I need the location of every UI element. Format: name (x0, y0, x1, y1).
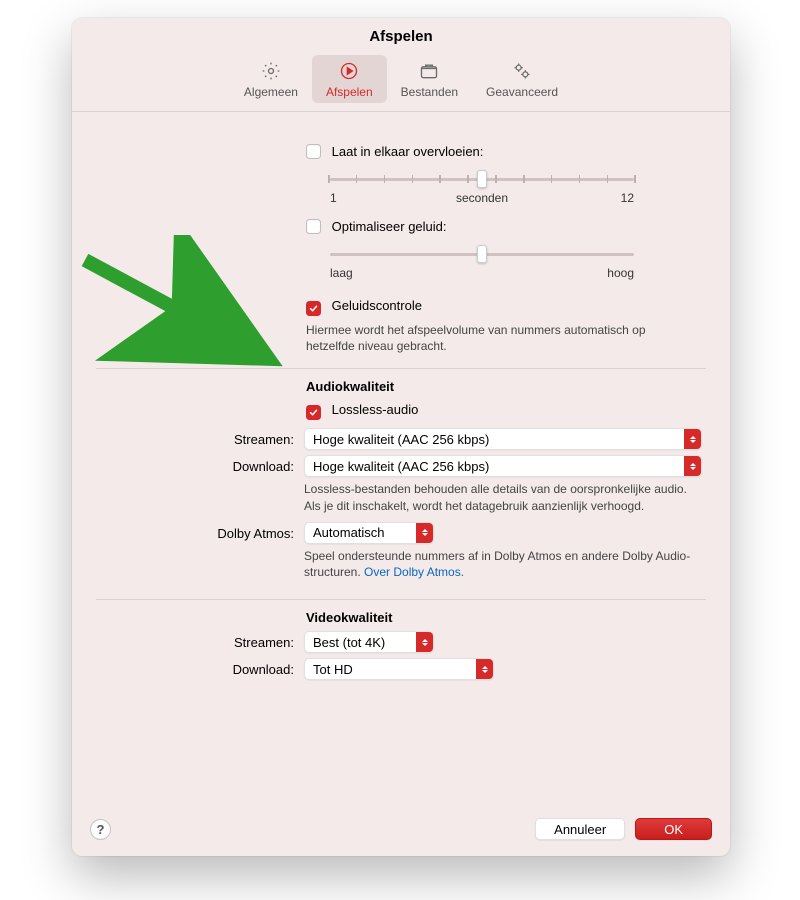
stream-label: Streamen: (96, 428, 304, 447)
window-title: Afspelen (72, 18, 730, 51)
slider-max: 12 (621, 191, 634, 205)
gears-icon (511, 60, 533, 82)
video-heading: Videokwaliteit (306, 610, 706, 625)
slider-high: hoog (607, 266, 634, 280)
select-value: Best (tot 4K) (313, 635, 385, 650)
soundcheck-description: Hiermee wordt het afspeelvolume van numm… (306, 322, 706, 354)
tab-label: Geavanceerd (486, 85, 558, 99)
chevron-updown-icon (476, 659, 493, 679)
video-stream-select[interactable]: Best (tot 4K) (304, 631, 434, 653)
slider-min: 1 (330, 191, 337, 205)
tabbar: Algemeen Afspelen Bestanden Geavanceerd (72, 51, 730, 112)
video-section: Videokwaliteit Streamen: Best (tot 4K) D… (96, 600, 706, 699)
tab-algemeen[interactable]: Algemeen (230, 55, 312, 103)
tab-label: Bestanden (401, 85, 458, 99)
soundcheck-row: Geluidscontrole (306, 296, 706, 318)
cancel-button[interactable]: Annuleer (535, 818, 625, 840)
slider-low: laag (330, 266, 353, 280)
tab-bestanden[interactable]: Bestanden (387, 55, 472, 103)
ok-button[interactable]: OK (635, 818, 712, 840)
video-download-select[interactable]: Tot HD (304, 658, 494, 680)
audio-heading: Audiokwaliteit (306, 379, 706, 394)
dolby-link[interactable]: Over Dolby Atmos. (364, 565, 464, 579)
select-value: Hoge kwaliteit (AAC 256 kbps) (313, 459, 489, 474)
audio-stream-select[interactable]: Hoge kwaliteit (AAC 256 kbps) (304, 428, 702, 450)
crossfade-row: Laat in elkaar overvloeien: (306, 142, 706, 161)
dolby-label: Dolby Atmos: (96, 522, 304, 541)
video-stream-label: Streamen: (96, 631, 304, 650)
slider-thumb[interactable] (477, 245, 487, 263)
chevron-updown-icon (684, 456, 701, 476)
crossfade-checkbox[interactable] (306, 144, 321, 159)
footer: ? Annuleer OK (72, 804, 730, 856)
crossfade-label: Laat in elkaar overvloeien: (332, 144, 484, 159)
chevron-updown-icon (416, 632, 433, 652)
slider-unit: seconden (456, 191, 508, 205)
play-icon (338, 60, 360, 82)
soundcheck-label: Geluidscontrole (332, 298, 422, 313)
video-download-label: Download: (96, 658, 304, 677)
content-area: Laat in elkaar overvloeien: 1 seconden 1… (72, 112, 730, 804)
tab-label: Algemeen (244, 85, 298, 99)
lossless-label: Lossless-audio (332, 402, 419, 417)
tab-afspelen[interactable]: Afspelen (312, 55, 387, 103)
download-label: Download: (96, 455, 304, 474)
chevron-updown-icon (684, 429, 701, 449)
select-value: Automatisch (313, 525, 385, 540)
dolby-select[interactable]: Automatisch (304, 522, 434, 544)
lossless-row: Lossless-audio (306, 400, 706, 422)
dolby-description: Speel ondersteunde nummers af in Dolby A… (304, 548, 706, 580)
tab-label: Afspelen (326, 85, 373, 99)
audio-download-select[interactable]: Hoge kwaliteit (AAC 256 kbps) (304, 455, 702, 477)
chevron-updown-icon (416, 523, 433, 543)
select-value: Hoge kwaliteit (AAC 256 kbps) (313, 432, 489, 447)
crossfade-slider[interactable]: 1 seconden 12 (306, 161, 636, 207)
select-value: Tot HD (313, 662, 353, 677)
lossless-description: Lossless-bestanden behouden alle details… (304, 481, 706, 513)
optimize-slider[interactable]: laag hoog (306, 236, 636, 282)
lossless-checkbox[interactable] (306, 405, 321, 420)
playback-section: Laat in elkaar overvloeien: 1 seconden 1… (96, 132, 706, 369)
audio-section: Audiokwaliteit Lossless-audio Streamen: … (96, 369, 706, 600)
tab-geavanceerd[interactable]: Geavanceerd (472, 55, 572, 103)
soundcheck-checkbox[interactable] (306, 301, 321, 316)
folder-icon (418, 60, 440, 82)
help-button[interactable]: ? (90, 819, 111, 840)
gear-icon (260, 60, 282, 82)
optimize-checkbox[interactable] (306, 219, 321, 234)
slider-thumb[interactable] (477, 170, 487, 188)
preferences-window: Afspelen Algemeen Afspelen Bestanden Gea… (72, 18, 730, 856)
optimize-label: Optimaliseer geluid: (332, 219, 447, 234)
optimize-row: Optimaliseer geluid: (306, 217, 706, 236)
